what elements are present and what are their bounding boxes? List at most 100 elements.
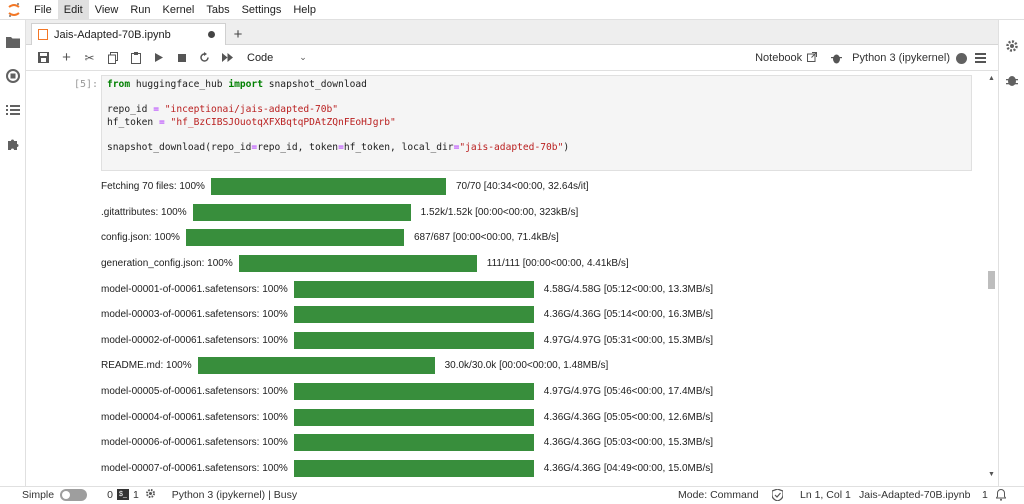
menu-help[interactable]: Help (287, 0, 322, 20)
folder-icon[interactable] (0, 28, 26, 56)
progress-row: .gitattributes: 100% 1.52k/1.52k [00:00<0… (101, 200, 981, 226)
debugger-bug-icon[interactable] (999, 66, 1024, 94)
simple-mode-label: Simple (22, 488, 55, 501)
progress-row: model-00006-of-00061.safetensors: 100% 4.… (101, 430, 981, 456)
progress-bar (293, 306, 534, 324)
menu-run[interactable]: Run (124, 0, 156, 20)
running-kernels-icon[interactable] (0, 62, 26, 90)
progress-label: model-00004-of-00061.safetensors: 100% (101, 411, 288, 423)
progress-label: model-00003-of-00061.safetensors: 100% (101, 309, 288, 321)
kernel-gear-icon (145, 488, 156, 502)
scroll-down-arrow-icon[interactable]: ▼ (988, 471, 995, 478)
simple-mode-toggle[interactable] (60, 488, 88, 501)
progress-row: README.md: 100% 30.0k/30.0k [00:00<00:00,… (101, 353, 981, 379)
save-icon[interactable] (32, 47, 55, 69)
kernel-selector[interactable]: Python 3 (ipykernel) (852, 52, 967, 64)
cell-type-select[interactable]: Code ⌄ (247, 52, 327, 64)
menu-kernel[interactable]: Kernel (157, 0, 201, 20)
interrupt-stop-icon[interactable] (170, 47, 193, 69)
progress-row: model-00007-of-00061.safetensors: 100% 4.… (101, 456, 981, 482)
kernel-status-text[interactable]: Python 3 (ipykernel) | Busy (172, 489, 297, 501)
progress-row: Fetching 70 files: 100% 70/70 [40:34<00:0… (101, 174, 981, 200)
restart-kernel-icon[interactable] (193, 47, 216, 69)
cell-output-area: Fetching 70 files: 100% 70/70 [40:34<00:0… (101, 174, 981, 481)
tab-notebook[interactable]: Jais-Adapted-70B.ipynb (31, 23, 226, 45)
terminal-icon: $_ (116, 489, 129, 500)
notebook-label: Notebook (755, 52, 803, 64)
execution-count-prompt: [5]: (74, 79, 99, 90)
progress-bar (293, 434, 534, 452)
copy-icon[interactable] (101, 47, 124, 69)
progress-row: model-00004-of-00061.safetensors: 100% 4.… (101, 404, 981, 430)
code-line: repo_id = "inceptionai/jais-adapted-70b" (107, 104, 339, 116)
table-of-contents-icon[interactable] (0, 96, 26, 124)
progress-row: model-00005-of-00061.safetensors: 100% 4.… (101, 379, 981, 405)
progress-row: generation_config.json: 100% 111/111 [00:… (101, 251, 981, 277)
notification-count[interactable]: 1 (982, 489, 988, 501)
progress-bar (293, 459, 534, 477)
toolbar-right: Notebook Python 3 (ipykernel) (747, 45, 986, 71)
progress-label: generation_config.json: 100% (101, 258, 233, 270)
progress-bar (293, 280, 534, 298)
status-bar: Simple 0 $_ 1 Python 3 (ipykernel) | Bus… (0, 486, 1024, 502)
code-line: hf_token = "hf_BzCIBSJOuotqXFXBqtqPDAtZQ… (107, 116, 396, 128)
kernel-name: Python 3 (ipykernel) (852, 52, 950, 64)
progress-bar (197, 357, 435, 375)
cut-scissors-icon[interactable]: ✂ (78, 47, 101, 69)
kernels-count[interactable]: 1 (133, 489, 139, 501)
menu-tabs[interactable]: Tabs (200, 0, 235, 20)
progress-label: .gitattributes: 100% (101, 206, 187, 218)
progress-row: config.json: 100% 687/687 [00:00<00:00, 7… (101, 225, 981, 251)
cursor-position[interactable]: Ln 1, Col 1 (800, 489, 851, 501)
run-cell-icon[interactable] (147, 47, 170, 69)
vertical-scrollbar[interactable]: ▲ ▼ (985, 71, 998, 486)
open-notebook-view-button[interactable]: Notebook (755, 51, 818, 65)
kernel-debugger-bug-icon[interactable] (831, 52, 843, 64)
code-cell-editor[interactable]: from huggingface_hub import snapshot_dow… (101, 75, 972, 171)
progress-stats: 30.0k/30.0k [00:00<00:00, 1.48MB/s] (444, 360, 609, 372)
extensions-puzzle-icon[interactable] (0, 130, 26, 158)
notebook-mode[interactable]: Mode: Command (678, 489, 759, 501)
progress-bar (238, 255, 477, 273)
scroll-up-arrow-icon[interactable]: ▲ (988, 75, 995, 82)
right-sidebar (998, 20, 1024, 486)
progress-stats: 1.52k/1.52k [00:00<00:00, 323kB/s] (420, 206, 579, 218)
progress-bar (210, 178, 446, 196)
run-all-fast-forward-icon[interactable] (216, 47, 239, 69)
jupyter-logo-icon (0, 0, 28, 20)
notebook-toolbar: + ✂ Code ⌄ Notebook Python 3 (ipykernel) (26, 45, 998, 71)
new-tab-plus-icon[interactable]: + (228, 24, 248, 44)
progress-label: Fetching 70 files: 100% (101, 181, 205, 193)
code-line: snapshot_download(repo_id=repo_id, token… (107, 141, 570, 153)
unsaved-dot-icon[interactable] (208, 31, 215, 38)
menu-file[interactable]: File (28, 0, 58, 20)
menu-settings[interactable]: Settings (236, 0, 288, 20)
progress-stats: 111/111 [00:00<00:00, 4.41kB/s] (486, 258, 629, 270)
progress-label: model-00002-of-00061.safetensors: 100% (101, 334, 288, 346)
hamburger-menu-icon[interactable] (975, 53, 986, 63)
progress-bar (293, 383, 534, 401)
progress-stats: 4.36G/4.36G [05:14<00:00, 16.3MB/s] (543, 309, 714, 321)
insert-cell-plus-icon[interactable]: + (55, 47, 78, 69)
menu-edit[interactable]: Edit (57, 0, 89, 20)
property-inspector-gear-icon[interactable] (999, 32, 1024, 60)
scrollbar-thumb[interactable] (988, 271, 995, 289)
progress-stats: 687/687 [00:00<00:00, 71.4kB/s] (413, 232, 559, 244)
progress-stats: 70/70 [40:34<00:00, 32.64s/it] (455, 181, 589, 193)
notebook-content: [5]: from huggingface_hub import snapsho… (26, 71, 984, 486)
terminals-count[interactable]: 0 (107, 489, 113, 501)
progress-stats: 4.36G/4.36G [05:03<00:00, 15.3MB/s] (543, 437, 714, 449)
menu-view[interactable]: View (89, 0, 125, 20)
progress-label: config.json: 100% (101, 232, 180, 244)
status-filename: Jais-Adapted-70B.ipynb (859, 488, 971, 501)
left-sidebar (0, 20, 26, 486)
progress-bar (293, 408, 534, 426)
paste-clipboard-icon[interactable] (124, 47, 147, 69)
code-line: from huggingface_hub import snapshot_dow… (107, 79, 367, 90)
menubar: File Edit View Run Kernel Tabs Settings … (0, 0, 1024, 20)
progress-label: model-00007-of-00061.safetensors: 100% (101, 462, 288, 474)
notebook-file-icon (38, 29, 48, 40)
progress-stats: 4.97G/4.97G [05:46<00:00, 17.4MB/s] (543, 386, 714, 398)
